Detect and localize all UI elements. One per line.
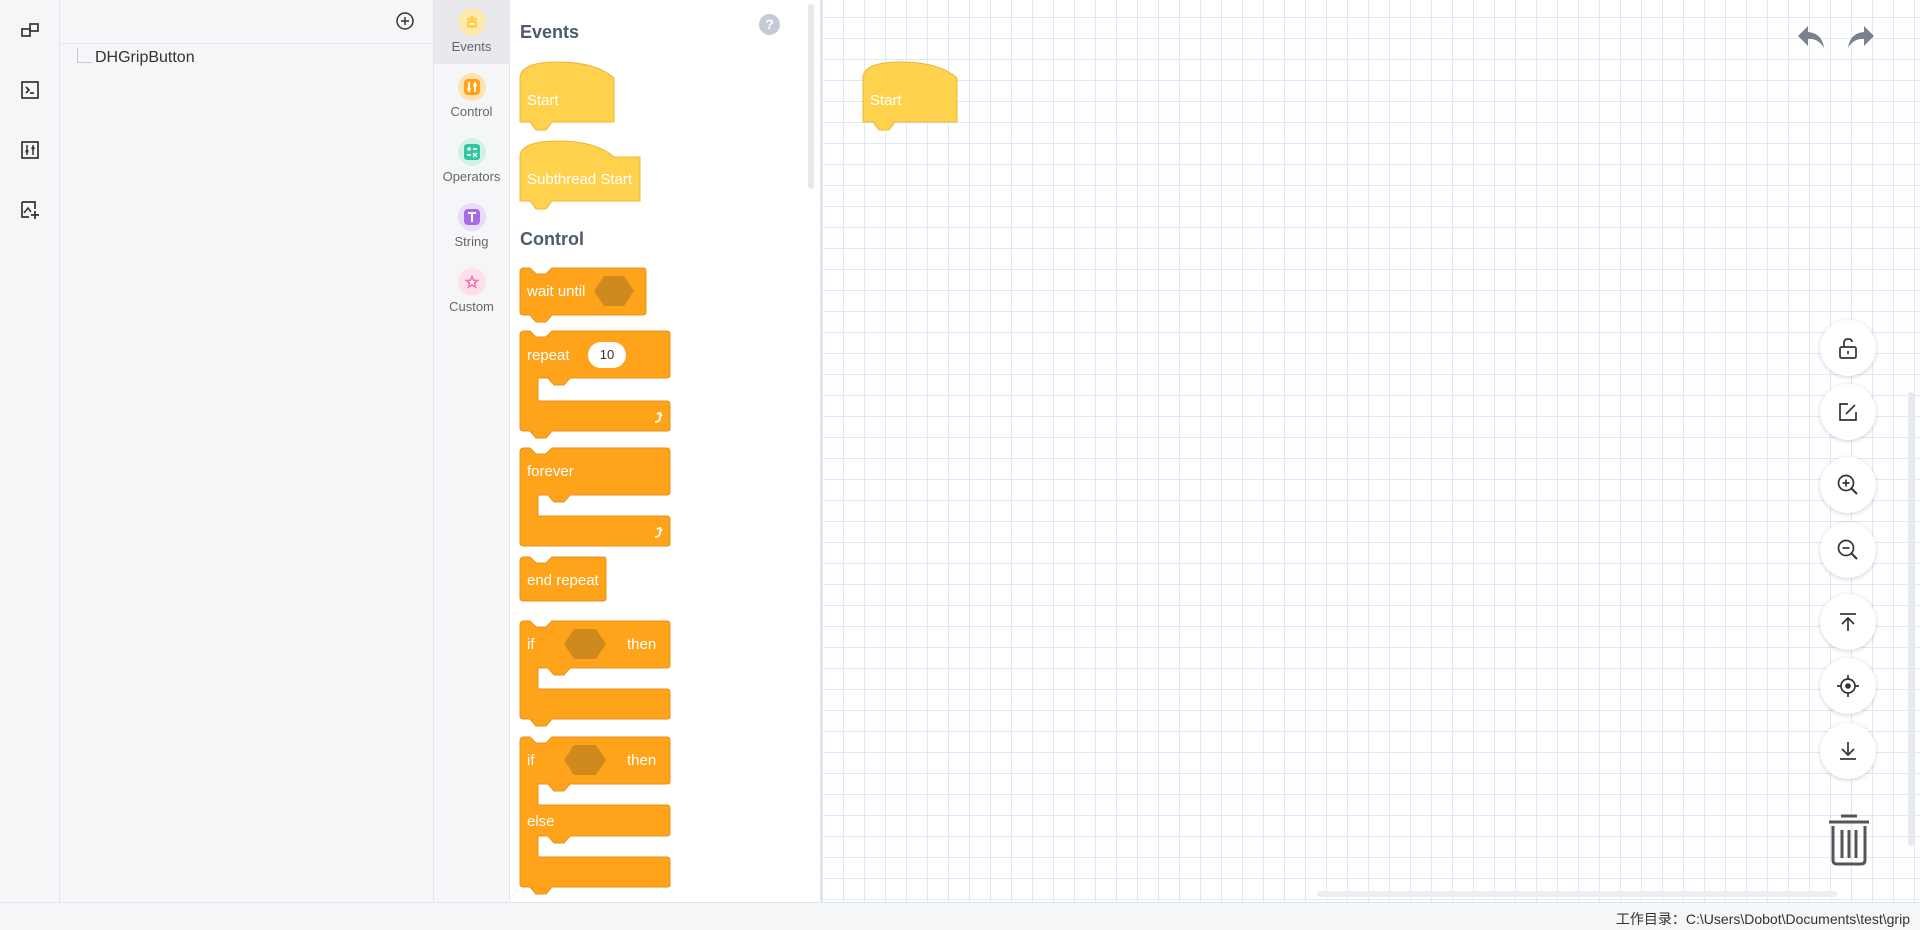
string-icon — [457, 203, 486, 231]
project-tree: DHGripButton — [60, 0, 434, 902]
tree-item-dhgripbutton[interactable]: DHGripButton — [95, 49, 195, 67]
block-palette: Events ? Start Subthread Start Control w… — [510, 0, 822, 902]
zoom-out-icon[interactable] — [1820, 522, 1876, 578]
working-directory: 工作目录：C:\Users\Dobot\Documents\test\grip — [1615, 911, 1910, 927]
operators-icon — [457, 138, 486, 166]
locate-icon[interactable] — [1820, 658, 1876, 714]
redo-icon[interactable] — [1846, 24, 1876, 52]
events-section-title: Events — [520, 22, 580, 42]
zoom-in-icon[interactable] — [1820, 457, 1876, 513]
forever-block[interactable]: forever — [519, 447, 672, 550]
workspace-horizontal-scrollbar[interactable] — [1317, 891, 1837, 897]
to-top-icon[interactable] — [1820, 594, 1876, 650]
start-block[interactable]: Start — [519, 60, 616, 132]
tree-connector — [77, 48, 92, 63]
control-section-title: Control — [520, 229, 584, 249]
repeat-count-input[interactable]: 10 — [588, 342, 626, 368]
block-categories: Events Control Operators String Custom — [434, 0, 510, 902]
control-icon — [457, 73, 486, 101]
category-operators[interactable]: Operators — [434, 130, 509, 194]
category-custom[interactable]: Custom — [434, 260, 509, 324]
status-bar: 工作目录：C:\Users\Dobot\Documents\test\grip — [0, 902, 1920, 930]
if-then-block[interactable]: if then — [519, 620, 672, 729]
end-repeat-block[interactable]: end repeat — [519, 556, 610, 609]
workspace-vertical-scrollbar[interactable] — [1908, 392, 1914, 846]
if-then-else-block[interactable]: if then else — [519, 736, 672, 897]
wait-until-block[interactable]: wait until — [519, 267, 648, 324]
image-add-icon[interactable] — [16, 196, 44, 224]
sliders-icon[interactable] — [16, 136, 44, 164]
download-icon[interactable] — [1820, 723, 1876, 779]
script-workspace[interactable]: Start — [822, 0, 1920, 902]
category-events[interactable]: Events — [434, 0, 509, 64]
undo-icon[interactable] — [1796, 24, 1826, 52]
blocks-icon[interactable] — [16, 16, 44, 44]
category-string[interactable]: String — [434, 195, 509, 259]
events-icon — [457, 8, 486, 36]
unlock-icon[interactable] — [1820, 320, 1876, 376]
help-icon[interactable]: ? — [759, 14, 780, 35]
left-rail — [0, 0, 60, 902]
terminal-icon[interactable] — [16, 76, 44, 104]
workspace-start-block[interactable]: Start — [862, 60, 959, 132]
edit-icon[interactable] — [1820, 384, 1876, 440]
trash-icon[interactable] — [1827, 812, 1871, 866]
category-control[interactable]: Control — [434, 65, 509, 129]
tree-header — [60, 0, 433, 44]
palette-scrollbar[interactable] — [808, 4, 814, 189]
star-icon — [457, 268, 486, 296]
subthread-start-block[interactable]: Subthread Start — [519, 139, 642, 211]
plus-circle-icon[interactable] — [395, 11, 415, 31]
repeat-block[interactable]: repeat 10 — [519, 330, 672, 441]
